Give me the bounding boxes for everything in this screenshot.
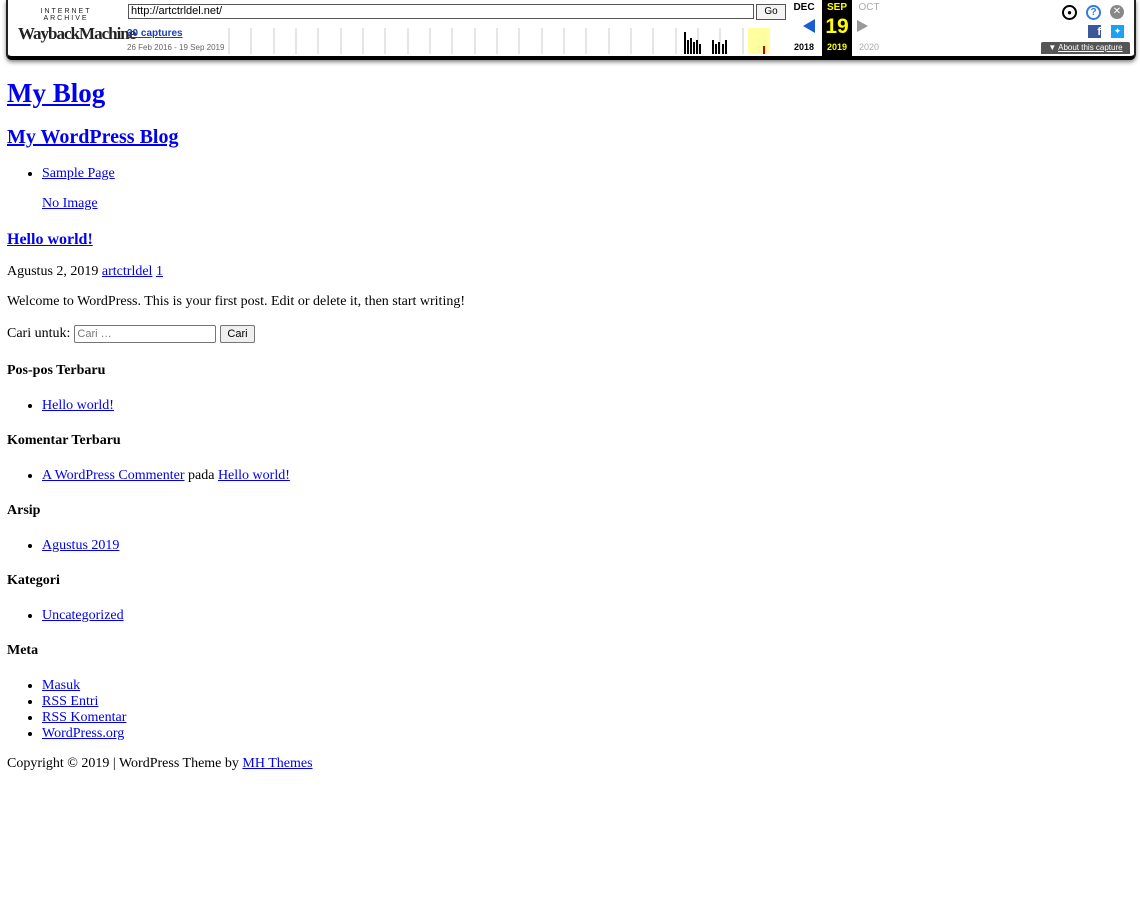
page-content: My Blog My WordPress Blog Sample Page No… [7, 76, 1127, 772]
captures-link[interactable]: 30 captures [127, 28, 183, 39]
meta-wordpress-link[interactable]: WordPress.org [42, 726, 124, 741]
search-label: Cari untuk: [7, 326, 71, 341]
widget-meta: Meta Masuk RSS Entri RSS Komentar WordPr… [7, 642, 1127, 742]
widget-title: Kategori [7, 573, 60, 588]
widget-title: Arsip [7, 503, 41, 518]
list-item: RSS Entri [42, 694, 1127, 710]
nav-link-sample-page[interactable]: Sample Page [42, 166, 115, 181]
search-button[interactable]: Cari [220, 325, 255, 343]
comment-on-text: pada [188, 468, 215, 483]
search-form: Cari untuk: Cari … Cari [7, 324, 1127, 344]
calendar-current: SEP 19 2019 [822, 0, 852, 56]
post-title: Hello world! [7, 230, 1127, 250]
widget-title: Komentar Terbaru [7, 433, 121, 448]
search-input[interactable]: Cari … [74, 325, 217, 343]
prev-capture-arrow-icon[interactable] [803, 19, 815, 33]
list-item: Masuk [42, 678, 1127, 694]
list-item: Agustus 2019 [42, 538, 1127, 554]
site-footer: Copyright © 2019 | WordPress Theme by MH… [7, 756, 1127, 772]
widget-title: Pos-pos Terbaru [7, 363, 106, 378]
site-title: My Blog [7, 76, 1127, 110]
archive-link[interactable]: Agustus 2019 [42, 538, 119, 553]
wayback-toolbar: INTERNET ARCHIVE WaybackMachine http://a… [6, 0, 1136, 60]
meta-login-link[interactable]: Masuk [42, 678, 80, 693]
url-input[interactable]: http://artctrldel.net/ [128, 4, 754, 19]
widget-categories: Kategori Uncategorized [7, 572, 1127, 624]
wayback-logo[interactable]: INTERNET ARCHIVE WaybackMachine [18, 8, 136, 46]
post-comments-link[interactable]: 1 [156, 264, 163, 279]
widget-recent-comments: Komentar Terbaru A WordPress Commenter p… [7, 432, 1127, 484]
nav-item: Sample Page [42, 166, 1127, 182]
calendar-next: OCT 2020 [858, 2, 880, 52]
logo-internet-archive: INTERNET ARCHIVE [40, 8, 92, 22]
help-icon[interactable]: ? [1086, 5, 1101, 20]
list-item: WordPress.org [42, 726, 1127, 742]
broken-image-link[interactable]: No Image [42, 196, 1127, 212]
post-date: Agustus 2, 2019 [7, 264, 99, 279]
close-icon[interactable]: ✕ [1110, 5, 1124, 19]
comment-post-link[interactable]: Hello world! [218, 468, 290, 483]
list-item: Uncategorized [42, 608, 1127, 624]
comment-author-link[interactable]: A WordPress Commenter [42, 468, 185, 483]
widget-recent-posts: Pos-pos Terbaru Hello world! [7, 362, 1127, 414]
go-button[interactable]: Go [756, 4, 786, 20]
post-title-link[interactable]: Hello world! [7, 231, 93, 248]
site-description-link[interactable]: My WordPress Blog [7, 126, 178, 148]
post-author-link[interactable]: artctrldel [102, 264, 153, 279]
about-capture-button[interactable]: ▼ About this capture [1041, 42, 1130, 54]
meta-rss-entries-link[interactable]: RSS Entri [42, 694, 98, 709]
footer-theme-link[interactable]: MH Themes [242, 756, 312, 771]
calendar-prev[interactable]: DEC 2018 [790, 0, 818, 52]
list-item: Hello world! [42, 398, 1127, 414]
footer-text: Copyright © 2019 | WordPress Theme by [7, 756, 239, 771]
recent-post-link[interactable]: Hello world! [42, 398, 114, 413]
post-content: Welcome to WordPress. This is your first… [7, 294, 465, 309]
capture-sparkline[interactable] [228, 28, 788, 54]
post-meta: Agustus 2, 2019 artctrldel 1 [7, 264, 1127, 280]
widget-title: Meta [7, 643, 39, 658]
twitter-icon[interactable]: ✦ [1111, 25, 1124, 38]
main-nav: Sample Page [7, 166, 1127, 182]
user-icon[interactable]: ● [1062, 5, 1077, 20]
meta-rss-comments-link[interactable]: RSS Komentar [42, 710, 126, 725]
next-capture-arrow-icon [857, 20, 868, 32]
category-link[interactable]: Uncategorized [42, 608, 124, 623]
site-description: My WordPress Blog [7, 124, 1127, 150]
site-title-link[interactable]: My Blog [7, 78, 105, 108]
capture-range: 26 Feb 2016 - 19 Sep 2019 [127, 43, 225, 52]
widget-archives: Arsip Agustus 2019 [7, 502, 1127, 554]
facebook-icon[interactable]: f [1088, 25, 1101, 38]
list-item: A WordPress Commenter pada Hello world! [42, 468, 1127, 484]
logo-wordmark: WaybackMachine [18, 24, 136, 43]
list-item: RSS Komentar [42, 710, 1127, 726]
